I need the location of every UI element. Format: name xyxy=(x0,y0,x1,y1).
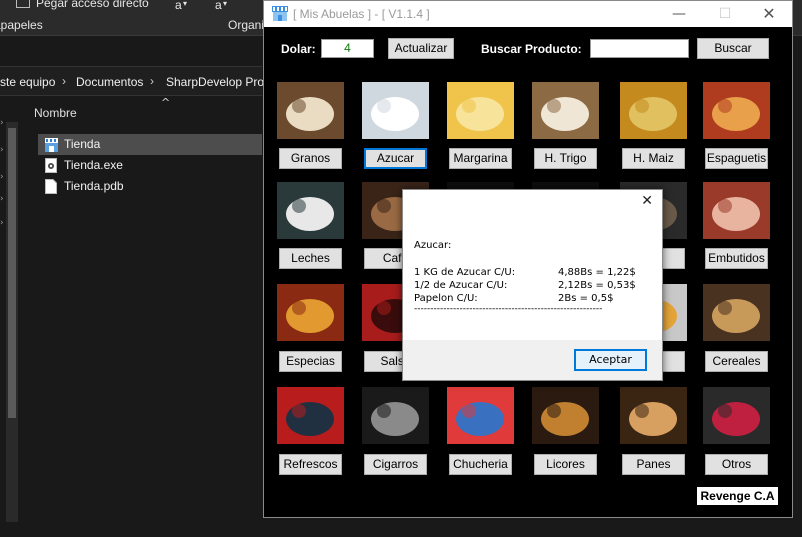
search-button[interactable]: Buscar xyxy=(697,38,769,59)
update-button[interactable]: Actualizar xyxy=(388,38,454,59)
others-image xyxy=(703,387,770,444)
snacks-image xyxy=(447,387,514,444)
category-button-grains[interactable]: Granos xyxy=(279,148,342,169)
dolar-label: Dolar: xyxy=(281,42,316,56)
brand-label: Revenge C.A xyxy=(696,486,779,506)
category-button-spices[interactable]: Especias xyxy=(279,351,342,372)
file-name: Tienda.pdb xyxy=(64,179,124,193)
category-button-snacks[interactable]: Chucheria xyxy=(449,454,512,475)
expand-arrow-icon: › xyxy=(0,118,4,128)
price-row-value: 2Bs = 0,5$ xyxy=(558,293,614,304)
search-input[interactable] xyxy=(590,39,689,58)
category-button-liquors[interactable]: Licores xyxy=(534,454,597,475)
app-store-icon xyxy=(45,138,58,152)
sausages-image xyxy=(703,182,770,239)
price-row-label: 1 KG de Azucar C/U: xyxy=(414,267,516,278)
liquors-image xyxy=(532,387,599,444)
chevron-right-icon: › xyxy=(62,74,66,88)
close-icon[interactable]: ✕ xyxy=(746,1,792,27)
chevron-right-icon: › xyxy=(150,74,154,88)
cigarettes-image xyxy=(362,387,429,444)
category-button-sausages[interactable]: Embutidos xyxy=(705,248,768,269)
grains-image xyxy=(277,82,344,139)
minimize-icon[interactable]: — xyxy=(656,1,702,27)
sodas-image xyxy=(277,387,344,444)
price-row-label: 1/2 de Azucar C/U: xyxy=(414,280,508,291)
chevron-down-icon: ▾ xyxy=(223,0,228,8)
expand-arrow-icon: › xyxy=(0,172,4,182)
paste-shortcut-icon xyxy=(16,0,30,8)
sort-ascending-icon: ^ xyxy=(161,96,171,109)
nav-scrollbar-thumb[interactable] xyxy=(8,128,16,418)
category-button-cigarettes[interactable]: Cigarros xyxy=(364,454,427,475)
dialog-separator: ----------------------------------------… xyxy=(414,304,603,314)
sugar-image xyxy=(362,82,429,139)
exe-file-icon xyxy=(45,158,57,173)
clipboard-group-label: apapeles xyxy=(0,18,43,32)
cereals-image xyxy=(703,284,770,341)
milk-image xyxy=(277,182,344,239)
window-title: [ Mis Abuelas ] - [ V1.1.4 ] xyxy=(293,7,430,21)
spices-image xyxy=(277,284,344,341)
category-button-cereals[interactable]: Cereales xyxy=(705,351,768,372)
price-dialog: ✕ Azucar: 1 KG de Azucar C/U: 4,88Bs = 1… xyxy=(402,189,663,381)
close-icon[interactable]: ✕ xyxy=(641,193,653,209)
margarine-image xyxy=(447,82,514,139)
category-button-others[interactable]: Otros xyxy=(705,454,768,475)
category-button-sodas[interactable]: Refrescos xyxy=(279,454,342,475)
accept-button[interactable]: Aceptar xyxy=(574,349,647,371)
title-bar[interactable]: [ Mis Abuelas ] - [ V1.1.4 ] — ☐ ✕ xyxy=(264,1,792,27)
category-button-corn-flour[interactable]: H. Maiz xyxy=(622,148,685,169)
bread-image xyxy=(620,387,687,444)
maximize-icon[interactable]: ☐ xyxy=(702,1,748,27)
file-name: Tienda.exe xyxy=(64,158,123,172)
dialog-heading: Azucar: xyxy=(414,240,452,251)
file-name: Tienda xyxy=(64,137,101,151)
wheat-flour-image xyxy=(532,82,599,139)
search-label: Buscar Producto: xyxy=(481,42,582,56)
spaghetti-image xyxy=(703,82,770,139)
category-button-margarine[interactable]: Margarina xyxy=(449,148,512,169)
breadcrumb-documents[interactable]: Documentos xyxy=(76,75,143,89)
corn-flour-image xyxy=(620,82,687,139)
file-row-tienda[interactable]: Tienda xyxy=(38,134,262,155)
file-row-tienda-exe[interactable]: Tienda.exe xyxy=(38,155,262,176)
category-button-wheat-flour[interactable]: H. Trigo xyxy=(534,148,597,169)
price-row-value: 4,88Bs = 1,22$ xyxy=(558,267,636,278)
expand-arrow-icon: › xyxy=(0,194,4,204)
organize-group-label: Organi xyxy=(228,18,265,32)
price-row-label: Papelon C/U: xyxy=(414,293,478,304)
document-icon xyxy=(45,179,57,194)
dolar-input[interactable]: 4 xyxy=(321,39,374,58)
column-header-name[interactable]: Nombre xyxy=(34,106,77,120)
category-button-spaghetti[interactable]: Espaguetis xyxy=(705,148,768,169)
category-button-sugar[interactable]: Azucar xyxy=(364,148,427,169)
expand-arrow-icon: › xyxy=(0,145,4,155)
file-row-tienda-pdb[interactable]: Tienda.pdb xyxy=(38,176,262,197)
rename-button-1[interactable]: a xyxy=(175,0,182,12)
pin-shortcut-button[interactable]: Pegar acceso directo xyxy=(36,0,149,10)
breadcrumb-this-pc[interactable]: ste equipo xyxy=(0,75,55,89)
address-bar[interactable]: ste equipo › Documentos › SharpDevelop P… xyxy=(0,66,267,96)
category-button-bread[interactable]: Panes xyxy=(622,454,685,475)
chevron-down-icon: ▾ xyxy=(183,0,188,8)
price-row-value: 2,12Bs = 0,53$ xyxy=(558,280,636,291)
store-icon xyxy=(272,6,288,21)
category-button-milk[interactable]: Leches xyxy=(279,248,342,269)
breadcrumb-sharpdevelop[interactable]: SharpDevelop Proj xyxy=(166,75,267,89)
rename-button-2[interactable]: a xyxy=(215,0,222,12)
expand-arrow-icon: › xyxy=(0,218,4,228)
